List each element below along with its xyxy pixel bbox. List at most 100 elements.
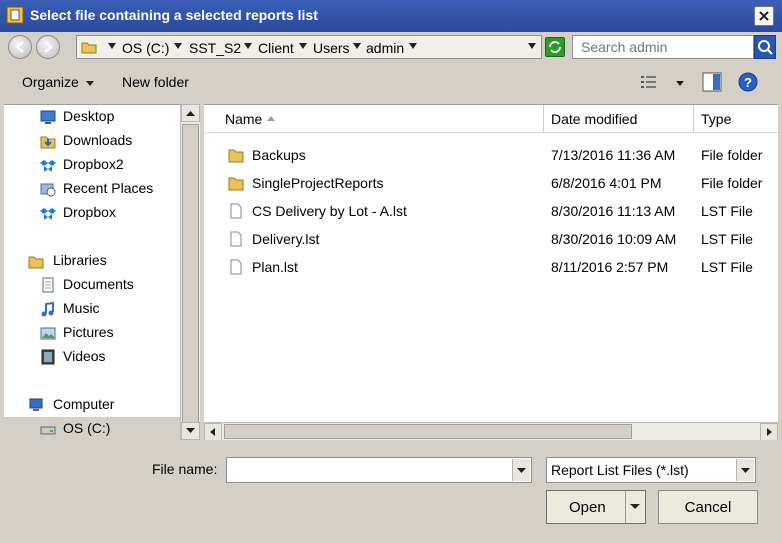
view-options-icon[interactable] <box>640 74 658 90</box>
file-type-dropdown-button[interactable] <box>736 459 754 481</box>
sidebar-item-desktop[interactable]: Desktop <box>4 105 180 129</box>
file-name-input[interactable] <box>227 458 507 482</box>
scroll-right-button[interactable] <box>760 423 778 441</box>
chevron-down-icon[interactable] <box>299 43 307 49</box>
chevron-down-icon[interactable] <box>244 43 252 49</box>
chevron-down-icon[interactable] <box>108 43 116 49</box>
sidebar-item-dropbox[interactable]: Dropbox <box>4 201 180 225</box>
sidebar-item-dropbox2[interactable]: Dropbox2 <box>4 153 180 177</box>
breadcrumb-users[interactable]: Users <box>313 40 350 56</box>
sidebar-item-recent-places[interactable]: Recent Places <box>4 177 180 201</box>
column-header-type[interactable]: Type <box>694 105 778 133</box>
navigation-scrollbar[interactable] <box>180 104 200 440</box>
navigation-pane[interactable]: Desktop Downloads Dropbox2 Recent Places… <box>4 104 180 441</box>
chevron-left-icon <box>210 428 215 436</box>
file-name: Plan.lst <box>252 259 298 275</box>
file-name-label: File name: <box>152 461 218 477</box>
table-row[interactable]: Backups 7/13/2016 11:36 AM File folder <box>204 141 778 169</box>
folder-icon <box>228 149 244 163</box>
file-type: File folder <box>701 147 763 163</box>
search-button[interactable] <box>754 35 776 59</box>
file-name: CS Delivery by Lot - A.lst <box>252 203 407 219</box>
file-date: 6/8/2016 4:01 PM <box>551 175 662 191</box>
file-date: 8/30/2016 10:09 AM <box>551 231 677 247</box>
chevron-down-icon <box>517 468 526 473</box>
column-header-row: Name Date modified Type <box>204 105 778 133</box>
breadcrumb-sst-s2[interactable]: SST_S2 <box>189 40 241 56</box>
file-icon <box>230 203 242 219</box>
chevron-down-icon[interactable] <box>86 81 94 86</box>
open-options-dropdown[interactable] <box>625 491 645 523</box>
file-date: 8/11/2016 2:57 PM <box>551 259 669 275</box>
file-name: Backups <box>252 147 306 163</box>
forward-button[interactable] <box>36 35 60 59</box>
sidebar-item-videos[interactable]: Videos <box>4 345 180 369</box>
column-header-date-modified[interactable]: Date modified <box>544 105 694 133</box>
table-row[interactable]: Plan.lst 8/11/2016 2:57 PM LST File <box>204 253 778 281</box>
svg-text:?: ? <box>744 75 752 90</box>
address-bar[interactable]: OS (C:) SST_S2 Client Users admin <box>76 35 542 59</box>
window-title: Select file containing a selected report… <box>30 7 318 23</box>
table-row[interactable]: SingleProjectReports 6/8/2016 4:01 PM Fi… <box>204 169 778 197</box>
pictures-icon <box>40 327 56 340</box>
help-icon[interactable]: ? <box>738 72 758 92</box>
scroll-thumb[interactable] <box>224 424 632 439</box>
scroll-up-button[interactable] <box>181 104 200 122</box>
table-row[interactable]: CS Delivery by Lot - A.lst 8/30/2016 11:… <box>204 197 778 225</box>
address-history-dropdown[interactable] <box>528 43 536 49</box>
file-type: LST File <box>701 231 753 247</box>
back-button[interactable] <box>8 35 32 59</box>
organize-button[interactable]: Organize <box>22 74 79 90</box>
file-icon <box>230 259 242 275</box>
drive-icon <box>40 426 56 435</box>
dropbox-icon <box>40 208 56 220</box>
file-list-horizontal-scrollbar[interactable] <box>204 422 778 441</box>
search-box[interactable] <box>572 35 754 59</box>
chevron-down-icon <box>741 468 750 473</box>
chevron-down-icon[interactable] <box>174 43 182 49</box>
sidebar-item-libraries[interactable]: Libraries <box>4 249 180 273</box>
sidebar-item-music[interactable]: Music <box>4 297 180 321</box>
scroll-thumb[interactable] <box>182 124 199 424</box>
scroll-down-button[interactable] <box>181 422 200 440</box>
address-row: OS (C:) SST_S2 Client Users admin <box>0 32 782 62</box>
breadcrumb-os-c[interactable]: OS (C:) <box>122 40 169 56</box>
file-date: 8/30/2016 11:13 AM <box>551 203 676 219</box>
file-type-filter[interactable]: Report List Files (*.lst) <box>546 457 756 483</box>
open-button[interactable]: Open <box>546 490 646 524</box>
chevron-right-icon <box>767 428 772 436</box>
breadcrumb-admin[interactable]: admin <box>366 40 404 56</box>
file-name: SingleProjectReports <box>252 175 384 191</box>
chevron-down-icon[interactable] <box>353 43 361 49</box>
file-name-field[interactable] <box>226 457 532 483</box>
view-options-dropdown[interactable] <box>676 81 684 86</box>
sort-ascending-icon <box>267 116 275 121</box>
breadcrumb-client[interactable]: Client <box>258 40 294 56</box>
forward-arrow-icon <box>44 41 53 53</box>
music-icon <box>41 301 54 317</box>
column-header-name[interactable]: Name <box>204 105 544 133</box>
sidebar-item-os-c[interactable]: OS (C:) <box>4 417 180 441</box>
chevron-down-icon <box>186 428 195 433</box>
new-folder-button[interactable]: New folder <box>122 74 189 90</box>
sidebar-item-computer[interactable]: Computer <box>4 393 180 417</box>
file-icon <box>230 231 242 247</box>
file-name-dropdown-button[interactable] <box>512 459 530 481</box>
search-input[interactable] <box>573 36 753 58</box>
dropbox-icon <box>40 160 56 172</box>
sidebar-item-pictures[interactable]: Pictures <box>4 321 180 345</box>
documents-icon <box>42 277 54 293</box>
file-name: Delivery.lst <box>252 231 320 247</box>
chevron-down-icon[interactable] <box>409 43 417 49</box>
scroll-left-button[interactable] <box>204 423 222 441</box>
close-button[interactable] <box>754 6 774 26</box>
file-list[interactable]: Name Date modified Type Backups 7/13/201… <box>204 104 778 440</box>
refresh-button[interactable] <box>545 37 565 57</box>
sidebar-item-downloads[interactable]: Downloads <box>4 129 180 153</box>
preview-pane-icon[interactable] <box>702 72 722 92</box>
cancel-button[interactable]: Cancel <box>658 490 758 524</box>
table-row[interactable]: Delivery.lst 8/30/2016 10:09 AM LST File <box>204 225 778 253</box>
sidebar-item-documents[interactable]: Documents <box>4 273 180 297</box>
file-date: 7/13/2016 11:36 AM <box>551 147 676 163</box>
recent-places-icon <box>40 183 56 197</box>
